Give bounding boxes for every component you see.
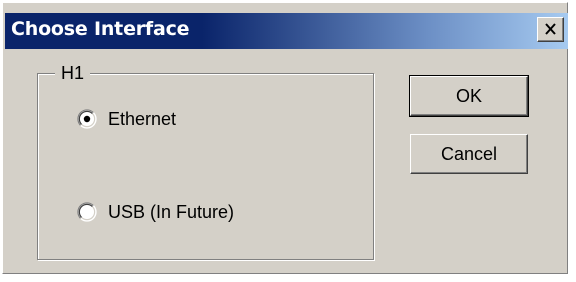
cancel-button[interactable]: Cancel <box>410 134 528 174</box>
close-icon <box>545 23 556 35</box>
radio-option-usb[interactable]: USB (In Future) <box>77 200 234 224</box>
title-bar[interactable]: Choose Interface <box>5 13 568 49</box>
close-button[interactable] <box>537 17 564 42</box>
groupbox-label: H1 <box>55 62 91 84</box>
radio-selected-icon[interactable] <box>77 109 97 129</box>
radio-label-usb: USB (In Future) <box>108 201 235 222</box>
interface-groupbox <box>37 73 374 260</box>
radio-label-ethernet: Ethernet <box>108 108 177 129</box>
window-title: Choose Interface <box>11 18 190 40</box>
ok-button[interactable]: OK <box>409 75 529 117</box>
radio-option-ethernet[interactable]: Ethernet <box>77 107 176 131</box>
radio-unselected-icon[interactable] <box>77 202 97 222</box>
